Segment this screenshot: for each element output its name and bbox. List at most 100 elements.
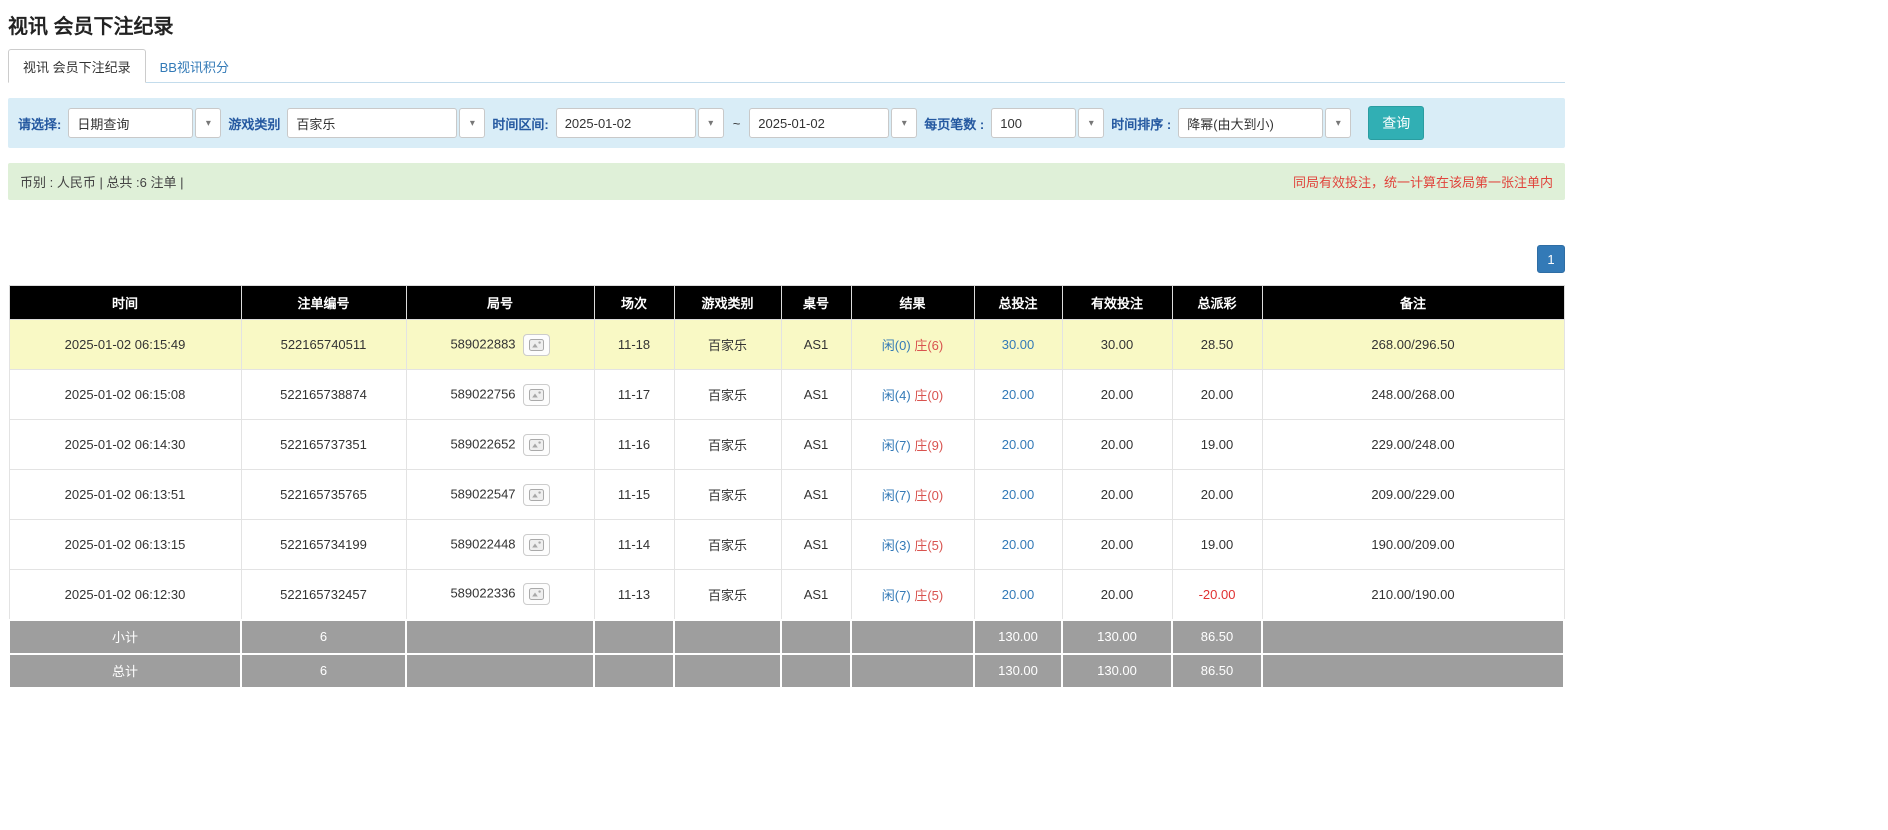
cell-total-bet: 20.00: [974, 520, 1062, 570]
cell-round-id: 589022652: [406, 420, 594, 470]
round-id-value: 589022883: [450, 336, 515, 351]
page-number-button[interactable]: 1: [1537, 245, 1565, 273]
video-replay-icon: [529, 539, 544, 551]
result-player: 闲(7): [882, 488, 911, 503]
cell-game-type: 百家乐: [674, 470, 781, 520]
summary-notice: 同局有效投注，统一计算在该局第一张注单内: [1293, 172, 1553, 191]
cell-remark: [1262, 620, 1564, 654]
cell-payout: 28.50: [1172, 320, 1262, 370]
date-to-value[interactable]: 2025-01-02: [749, 108, 889, 138]
chevron-down-icon[interactable]: ▾: [459, 108, 485, 138]
result-player: 闲(7): [882, 438, 911, 453]
time-range-label: 时间区间:: [492, 114, 548, 133]
sort-label: 时间排序 :: [1111, 114, 1171, 133]
cell-table-no: [781, 654, 851, 688]
cell-valid-bet: 30.00: [1062, 320, 1172, 370]
video-replay-button[interactable]: [523, 334, 550, 356]
cell-valid-bet: 20.00: [1062, 370, 1172, 420]
result-banker: 庄(5): [914, 538, 943, 553]
cell-round-id: 589022547: [406, 470, 594, 520]
game-type-value[interactable]: 百家乐: [287, 108, 457, 138]
subtotal-valid-bet: 130.00: [1062, 620, 1172, 654]
total-bet-link[interactable]: 20.00: [1002, 537, 1035, 552]
result-banker: 庄(0): [914, 488, 943, 503]
cell-game-type: 百家乐: [674, 420, 781, 470]
cell-round-id: 589022448: [406, 520, 594, 570]
total-valid-bet: 130.00: [1062, 654, 1172, 688]
col-header-result: 结果: [851, 286, 974, 320]
cell-total-bet: 20.00: [974, 420, 1062, 470]
page-size-value[interactable]: 100: [991, 108, 1076, 138]
total-bet-link[interactable]: 20.00: [1002, 587, 1035, 602]
total-bet-link[interactable]: 20.00: [1002, 387, 1035, 402]
betting-records-table: 时间 注单编号 局号 场次 游戏类别 桌号 结果 总投注 有效投注 总派彩 备注…: [8, 285, 1565, 689]
cell-valid-bet: 20.00: [1062, 420, 1172, 470]
cell-remark: [1262, 654, 1564, 688]
result-player: 闲(3): [882, 538, 911, 553]
total-bet-link[interactable]: 20.00: [1002, 437, 1035, 452]
tab-betting-records[interactable]: 视讯 会员下注纪录: [8, 49, 146, 83]
table-row: 2025-01-02 06:13:15 522165734199 5890224…: [9, 520, 1564, 570]
video-replay-button[interactable]: [523, 484, 550, 506]
subtotal-count: 6: [241, 620, 406, 654]
search-button[interactable]: 查询: [1368, 106, 1424, 140]
video-replay-button[interactable]: [523, 384, 550, 406]
page-size-select[interactable]: 100 ▾: [991, 108, 1104, 138]
result-player: 闲(0): [882, 338, 911, 353]
total-bet-link[interactable]: 20.00: [1002, 487, 1035, 502]
cell-table-no: AS1: [781, 370, 851, 420]
cell-time: 2025-01-02 06:15:49: [9, 320, 241, 370]
cell-result: 闲(4) 庄(0): [851, 370, 974, 420]
cell-table-no: AS1: [781, 420, 851, 470]
video-replay-button[interactable]: [523, 434, 550, 456]
cell-time: 2025-01-02 06:12:30: [9, 570, 241, 620]
chevron-down-icon[interactable]: ▾: [195, 108, 221, 138]
col-header-valid-bet: 有效投注: [1062, 286, 1172, 320]
page-size-label: 每页笔数 :: [924, 114, 984, 133]
chevron-down-icon[interactable]: ▾: [1325, 108, 1351, 138]
result-banker: 庄(6): [914, 338, 943, 353]
cell-game-type: 百家乐: [674, 320, 781, 370]
col-header-round-id: 局号: [406, 286, 594, 320]
video-replay-icon: [529, 439, 544, 451]
cell-remark: 229.00/248.00: [1262, 420, 1564, 470]
video-replay-button[interactable]: [523, 534, 550, 556]
total-label: 总计: [9, 654, 241, 688]
cell-round-id: [406, 654, 594, 688]
col-header-total-bet: 总投注: [974, 286, 1062, 320]
tab-bb-video-points[interactable]: BB视讯积分: [146, 50, 243, 82]
cell-payout: 19.00: [1172, 520, 1262, 570]
total-bet-link[interactable]: 30.00: [1002, 337, 1035, 352]
cell-session: 11-17: [594, 370, 674, 420]
date-mode-value[interactable]: 日期查询: [68, 108, 193, 138]
cell-result: [851, 654, 974, 688]
date-to-select[interactable]: 2025-01-02 ▾: [749, 108, 917, 138]
date-from-value[interactable]: 2025-01-02: [556, 108, 696, 138]
result-banker: 庄(9): [914, 438, 943, 453]
video-replay-button[interactable]: [523, 583, 550, 605]
cell-result: 闲(7) 庄(9): [851, 420, 974, 470]
sort-select[interactable]: 降幂(由大到小) ▾: [1178, 108, 1351, 138]
chevron-down-icon[interactable]: ▾: [1078, 108, 1104, 138]
cell-table-no: AS1: [781, 320, 851, 370]
game-type-select[interactable]: 百家乐 ▾: [287, 108, 485, 138]
select-mode-label: 请选择:: [18, 114, 61, 133]
currency-total-summary: 币别 : 人民币 | 总共 :6 注单 |: [20, 172, 184, 191]
total-payout: 86.50: [1172, 654, 1262, 688]
date-mode-select[interactable]: 日期查询 ▾: [68, 108, 221, 138]
table-row: 2025-01-02 06:12:30 522165732457 5890223…: [9, 570, 1564, 620]
table-row: 2025-01-02 06:13:51 522165735765 5890225…: [9, 470, 1564, 520]
sort-value[interactable]: 降幂(由大到小): [1178, 108, 1323, 138]
cell-valid-bet: 20.00: [1062, 570, 1172, 620]
date-from-select[interactable]: 2025-01-02 ▾: [556, 108, 724, 138]
chevron-down-icon[interactable]: ▾: [698, 108, 724, 138]
cell-payout: -20.00: [1172, 570, 1262, 620]
video-replay-icon: [529, 588, 544, 600]
game-type-label: 游戏类别: [228, 114, 280, 133]
col-header-remark: 备注: [1262, 286, 1564, 320]
cell-game-type: 百家乐: [674, 370, 781, 420]
chevron-down-icon[interactable]: ▾: [891, 108, 917, 138]
cell-round-id: 589022756: [406, 370, 594, 420]
cell-total-bet: 20.00: [974, 370, 1062, 420]
cell-round-id: 589022336: [406, 570, 594, 620]
